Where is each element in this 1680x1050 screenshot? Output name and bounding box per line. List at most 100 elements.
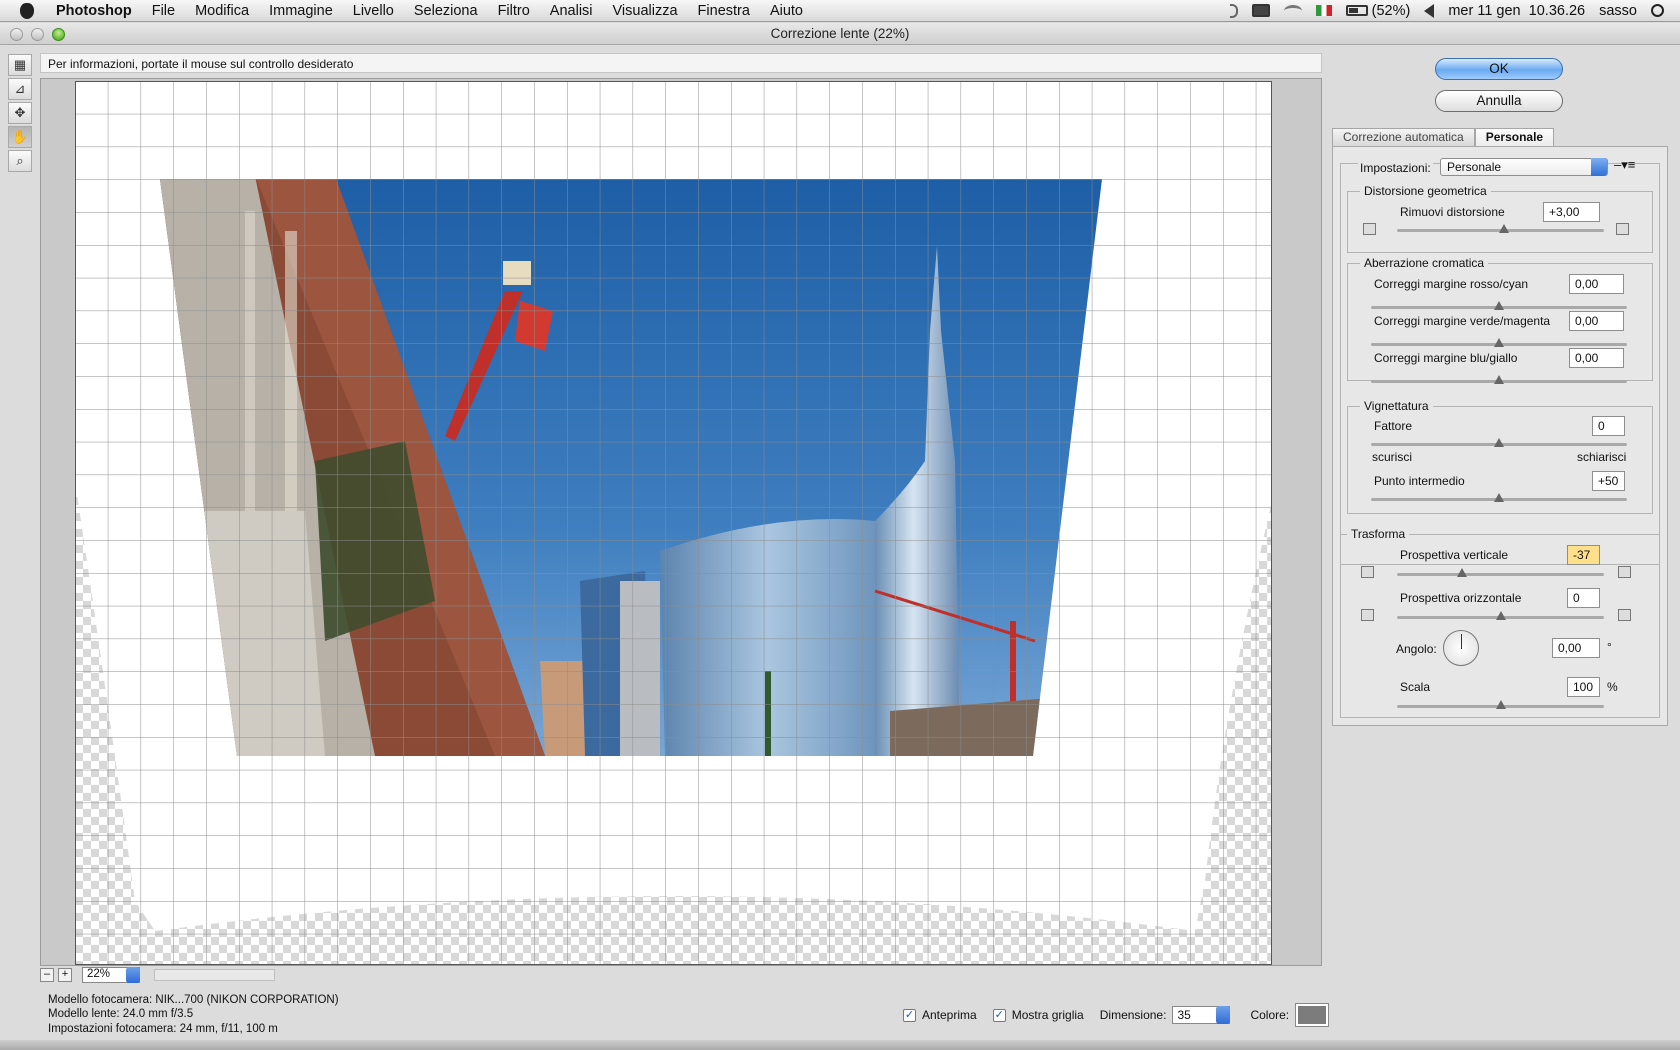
distortion-group: Distorsione geometrica [1347, 184, 1653, 253]
blue-yellow-thumb[interactable] [1494, 375, 1504, 384]
vignette-amount-thumb[interactable] [1494, 438, 1504, 447]
green-magenta-slider[interactable] [1371, 338, 1627, 347]
menu-photoshop[interactable]: Photoshop [54, 3, 142, 19]
menu-bar: Photoshop File Modifica Immagine Livello… [0, 0, 1680, 22]
tab-custom[interactable]: Personale [1474, 128, 1555, 146]
vignette-amount-slider[interactable] [1371, 438, 1627, 447]
menu-finestra[interactable]: Finestra [688, 3, 760, 19]
flag-icon[interactable] [1315, 5, 1332, 16]
preview-options: ✓ Anteprima ✓ Mostra griglia Dimensione:… [903, 1003, 1330, 1027]
dock-edge [0, 1040, 1680, 1050]
settings-select-value: Personale [1447, 160, 1502, 174]
midpoint-thumb[interactable] [1494, 493, 1504, 502]
vignette-amount-field[interactable]: 0 [1592, 416, 1625, 436]
custom-panel: Impostazioni: Personale –▾≡ Distorsione … [1332, 146, 1668, 726]
wifi-icon[interactable] [1283, 4, 1302, 17]
grid-size-stepper-icon[interactable] [1216, 1006, 1231, 1024]
straighten-tool[interactable]: ⊿ [8, 78, 32, 100]
transform-group-title: Trasforma [1347, 527, 1410, 541]
grid-size-field[interactable]: 35 [1172, 1006, 1231, 1024]
zoom-level-value: 22% [87, 968, 111, 980]
green-magenta-thumb[interactable] [1494, 338, 1504, 347]
bluetooth-icon[interactable] [1229, 3, 1238, 18]
menu-aiuto[interactable]: Aiuto [760, 3, 813, 19]
preview-checkbox[interactable]: ✓ [903, 1008, 916, 1022]
red-cyan-label: Correggi margine rosso/cyan [1374, 277, 1529, 291]
scale-thumb[interactable] [1495, 700, 1506, 709]
pincushion-icon [1363, 223, 1376, 235]
settings-select[interactable]: Personale [1440, 158, 1608, 176]
clock[interactable]: mer 11 gen 10.36.26 [1448, 3, 1585, 19]
user-name[interactable]: sasso [1599, 3, 1637, 19]
menu-file[interactable]: File [142, 3, 185, 19]
zoom-in-button[interactable]: + [58, 968, 72, 982]
tool-palette: ▦ ⊿ ✥ ✋ ⌕ [8, 54, 34, 174]
close-button[interactable] [10, 28, 23, 41]
green-magenta-label: Correggi margine verde/magenta [1374, 314, 1551, 328]
midpoint-slider[interactable] [1371, 493, 1627, 502]
remove-distortion-slider[interactable] [1397, 224, 1604, 233]
cancel-button[interactable]: Annulla [1435, 90, 1563, 112]
barrel-icon [1616, 223, 1629, 235]
zoom-tool[interactable]: ⌕ [8, 150, 32, 172]
angle-dial-icon[interactable] [1443, 630, 1479, 666]
vertical-perspective-down-icon [1361, 566, 1374, 578]
green-magenta-field[interactable]: 0,00 [1569, 311, 1624, 331]
remove-distortion-thumb[interactable] [1498, 224, 1509, 233]
horizontal-perspective-thumb[interactable] [1495, 611, 1506, 620]
vertical-perspective-slider[interactable] [1397, 568, 1604, 577]
red-cyan-slider[interactable] [1371, 301, 1627, 310]
ok-button[interactable]: OK [1435, 58, 1563, 80]
grid-color-swatch[interactable] [1295, 1003, 1330, 1027]
grid-size-label: Dimensione: [1099, 1008, 1167, 1022]
remove-distortion-field[interactable]: +3,00 [1543, 202, 1600, 222]
menu-visualizza[interactable]: Visualizza [603, 3, 688, 19]
scale-slider[interactable] [1397, 700, 1604, 709]
menu-seleziona[interactable]: Seleziona [404, 3, 488, 19]
menu-filtro[interactable]: Filtro [488, 3, 540, 19]
menu-immagine[interactable]: Immagine [259, 3, 343, 19]
remove-distortion-tool[interactable]: ▦ [8, 54, 32, 76]
zoom-level-select[interactable]: 22% [82, 967, 140, 983]
spotlight-icon[interactable] [1651, 4, 1664, 17]
move-grid-tool[interactable]: ✥ [8, 102, 32, 124]
blue-yellow-slider[interactable] [1371, 375, 1627, 384]
scale-field[interactable]: 100 [1567, 677, 1600, 697]
menu-livello[interactable]: Livello [343, 3, 404, 19]
zoom-scrollbar[interactable] [154, 969, 275, 981]
angle-unit: ° [1607, 640, 1612, 654]
zoom-stepper-icon[interactable] [126, 967, 140, 983]
volume-icon[interactable] [1424, 3, 1435, 18]
preview-area[interactable] [40, 78, 1322, 966]
red-cyan-field[interactable]: 0,00 [1569, 274, 1624, 294]
menu-analisi[interactable]: Analisi [540, 3, 603, 19]
info-bar: Per informazioni, portate il mouse sul c… [40, 53, 1322, 73]
settings-menu-icon[interactable]: –▾≡ [1614, 157, 1635, 173]
tab-auto-correction[interactable]: Correzione automatica [1332, 128, 1475, 146]
preview-label: Anteprima [922, 1008, 977, 1022]
window-title-bar: Correzione lente (22%) [0, 23, 1680, 45]
zoom-window-button[interactable] [52, 28, 65, 41]
midpoint-field[interactable]: +50 [1592, 471, 1625, 491]
horizontal-perspective-slider[interactable] [1397, 611, 1604, 620]
show-grid-label: Mostra griglia [1011, 1008, 1084, 1022]
battery-icon [1345, 5, 1368, 16]
preview-canvas[interactable] [75, 81, 1272, 965]
show-grid-checkbox[interactable]: ✓ [992, 1008, 1006, 1022]
zoom-out-button[interactable]: – [40, 968, 54, 982]
angle-label: Angolo: [1396, 642, 1437, 656]
blue-yellow-label: Correggi margine blu/giallo [1374, 351, 1518, 365]
hand-tool[interactable]: ✋ [8, 126, 32, 148]
vertical-perspective-thumb[interactable] [1457, 568, 1468, 577]
red-cyan-thumb[interactable] [1494, 301, 1504, 310]
menu-modifica[interactable]: Modifica [185, 3, 259, 19]
vertical-perspective-field[interactable]: -37 [1567, 545, 1600, 565]
battery-status[interactable]: (52%) [1345, 3, 1410, 19]
remove-distortion-label: Rimuovi distorsione [1400, 205, 1505, 219]
minimize-button[interactable] [31, 28, 44, 41]
angle-field[interactable]: 0,00 [1552, 638, 1600, 658]
blue-yellow-field[interactable]: 0,00 [1569, 348, 1624, 368]
display-icon[interactable] [1251, 4, 1270, 17]
apple-icon[interactable] [16, 0, 38, 22]
horizontal-perspective-field[interactable]: 0 [1567, 588, 1600, 608]
